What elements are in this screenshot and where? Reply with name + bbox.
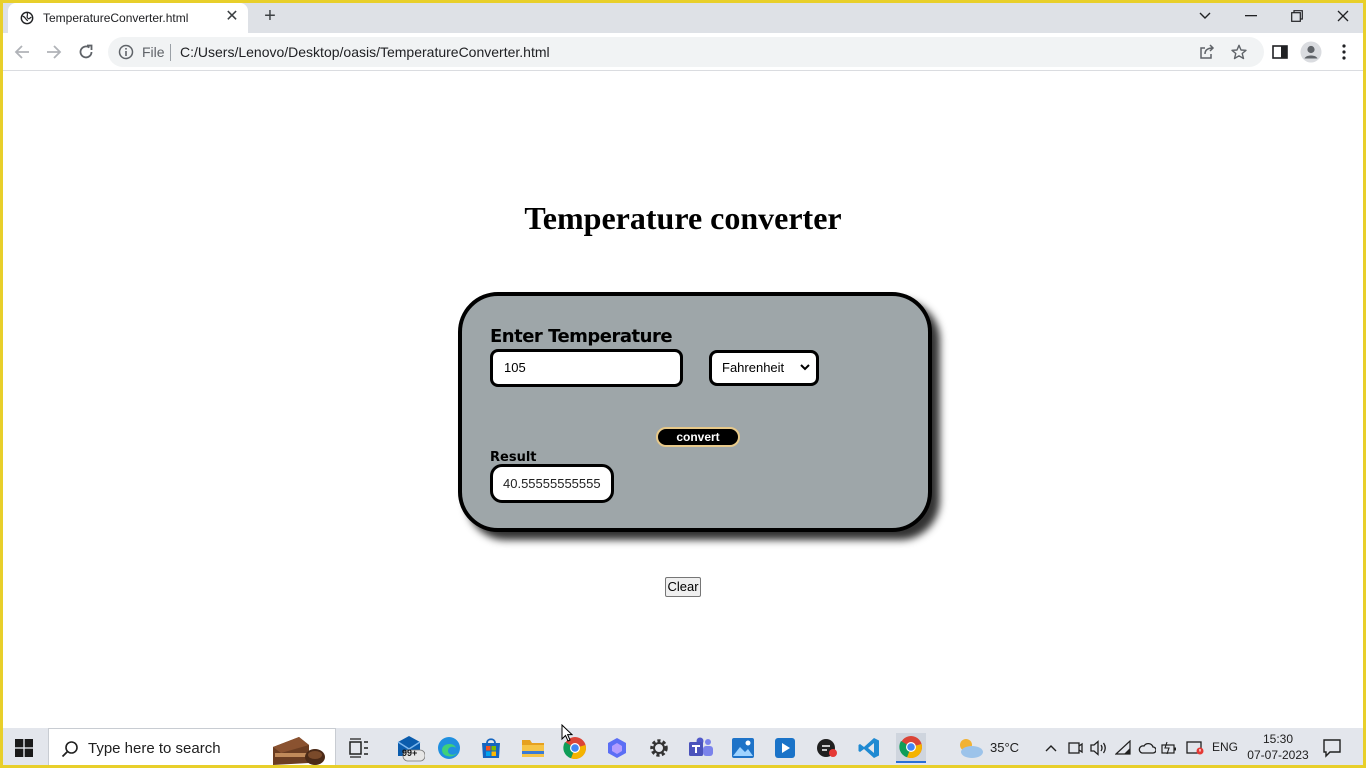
mail-icon[interactable]: 99+: [393, 733, 427, 763]
info-icon[interactable]: [118, 44, 134, 60]
close-icon[interactable]: ✕: [224, 9, 240, 25]
mail-badge: 99+: [402, 748, 418, 758]
store-icon[interactable]: [476, 733, 506, 763]
weather-icon[interactable]: [956, 736, 984, 760]
windows-start-icon[interactable]: [0, 728, 48, 768]
minimize-icon[interactable]: [1228, 2, 1274, 30]
taskbar: Type here to search 99+ 35°C ENG 15:30 0…: [0, 728, 1366, 768]
address-divider: [170, 44, 171, 61]
tab-title: TemperatureConverter.html: [43, 11, 189, 25]
mouse-cursor-icon: [561, 724, 573, 742]
battery-icon[interactable]: [1161, 739, 1179, 757]
photos-icon[interactable]: [728, 733, 758, 763]
network-alert-icon[interactable]: [1186, 739, 1204, 757]
enter-temperature-label: Enter Temperature: [490, 326, 673, 347]
ai-app-icon[interactable]: [812, 733, 842, 763]
language-indicator[interactable]: ENG: [1212, 740, 1238, 754]
share-icon[interactable]: [1198, 43, 1216, 61]
result-label: Result: [490, 450, 537, 465]
notification-icon[interactable]: [1322, 738, 1342, 758]
browser-toolbar: File C:/Users/Lenovo/Desktop/oasis/Tempe…: [0, 33, 1366, 71]
tab-strip: TemperatureConverter.html ✕ +: [0, 0, 1366, 33]
menu-icon[interactable]: [1333, 41, 1355, 63]
taskbar-search[interactable]: Type here to search: [48, 728, 336, 768]
side-panel-icon[interactable]: [1269, 41, 1291, 63]
result-field[interactable]: 40.55555555555: [490, 464, 614, 503]
meet-now-icon[interactable]: [1066, 739, 1084, 757]
unit-select-value: Fahrenheit: [722, 360, 785, 375]
chevron-down-icon: [800, 364, 810, 371]
search-placeholder: Type here to search: [88, 740, 221, 757]
onedrive-icon[interactable]: [1138, 739, 1156, 757]
restore-icon[interactable]: [1274, 2, 1320, 30]
clock[interactable]: 15:30 07-07-2023: [1246, 731, 1310, 763]
volume-icon[interactable]: [1090, 739, 1108, 757]
reload-icon[interactable]: [74, 40, 98, 64]
chevron-up-icon[interactable]: [1042, 739, 1060, 757]
weather-temperature[interactable]: 35°C: [990, 740, 1019, 755]
forward-icon[interactable]: [42, 40, 66, 64]
clear-button[interactable]: Clear: [665, 577, 701, 597]
clock-time: 15:30: [1262, 732, 1294, 746]
page-title: Temperature converter: [524, 200, 842, 236]
chrome-active-icon[interactable]: [896, 733, 926, 763]
edge-icon[interactable]: [434, 733, 464, 763]
address-bar[interactable]: File C:/Users/Lenovo/Desktop/oasis/Tempe…: [108, 37, 1264, 67]
profile-icon[interactable]: [1300, 41, 1322, 63]
task-view-icon[interactable]: [344, 733, 374, 763]
media-player-icon[interactable]: [770, 733, 800, 763]
tab-search-chevron-icon[interactable]: [1182, 2, 1228, 30]
copilot-app-icon[interactable]: [602, 733, 632, 763]
converter-card: Enter Temperature 105 Fahrenheit convert…: [458, 292, 932, 532]
address-scheme-label: File: [142, 44, 165, 60]
browser-tab[interactable]: TemperatureConverter.html ✕: [8, 3, 248, 33]
wifi-icon[interactable]: [1115, 739, 1133, 757]
unit-select[interactable]: Fahrenheit: [709, 350, 819, 386]
cake-illustration-icon: [273, 737, 325, 765]
teams-icon[interactable]: [686, 733, 716, 763]
vscode-icon[interactable]: [854, 733, 884, 763]
search-icon: [61, 741, 78, 758]
temperature-input[interactable]: 105: [490, 349, 683, 387]
settings-icon[interactable]: [644, 733, 674, 763]
back-icon[interactable]: [10, 40, 34, 64]
address-url[interactable]: C:/Users/Lenovo/Desktop/oasis/Temperatur…: [180, 44, 550, 60]
clock-date: 07-07-2023: [1247, 748, 1309, 762]
star-icon[interactable]: [1230, 43, 1248, 61]
globe-icon: [20, 11, 34, 25]
window-close-icon[interactable]: [1320, 2, 1366, 30]
plus-icon[interactable]: +: [259, 6, 281, 28]
file-explorer-icon[interactable]: [518, 733, 548, 763]
convert-button[interactable]: convert: [656, 427, 740, 447]
